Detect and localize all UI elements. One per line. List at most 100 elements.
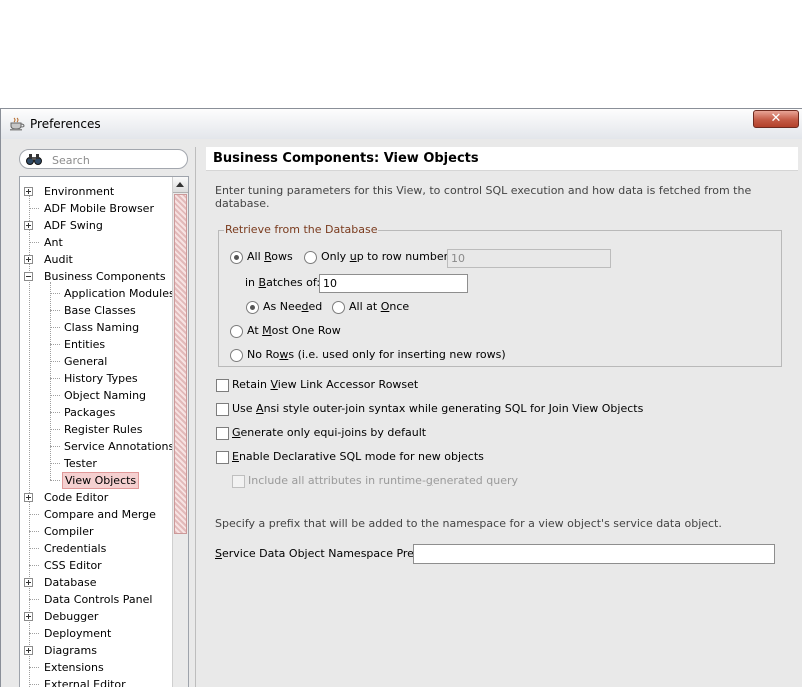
equi-joins-label[interactable]: Generate only equi-joins by default xyxy=(232,426,426,439)
declarative-sql-label[interactable]: Enable Declarative SQL mode for new obje… xyxy=(232,450,484,463)
tree-connector xyxy=(50,412,60,413)
close-icon: ✕ xyxy=(770,111,782,126)
batches-label: in Batches of: xyxy=(245,276,321,289)
search-input[interactable] xyxy=(50,152,184,168)
tree-connector xyxy=(29,599,39,600)
collapse-icon[interactable] xyxy=(24,272,33,281)
page-title: Business Components: View Objects xyxy=(206,147,798,171)
tree-item-label: Extensions xyxy=(44,661,104,674)
expand-icon[interactable] xyxy=(24,255,33,264)
ansi-join-label[interactable]: Use Ansi style outer-join syntax while g… xyxy=(232,402,643,415)
tree-connector xyxy=(50,429,60,430)
search-box[interactable] xyxy=(19,149,188,169)
expand-icon[interactable] xyxy=(24,493,33,502)
tree-connector xyxy=(29,531,39,532)
declarative-sql-checkbox[interactable] xyxy=(216,451,229,464)
all-at-once-radio[interactable] xyxy=(332,301,345,314)
equi-joins-checkbox[interactable] xyxy=(216,427,229,440)
tree-guide-line xyxy=(50,282,51,480)
tree-item-label: Environment xyxy=(44,185,115,198)
tree-connector xyxy=(50,395,60,396)
tree-item-label: General xyxy=(64,355,108,368)
no-rows-label[interactable]: No Rows (i.e. used only for inserting ne… xyxy=(247,348,506,361)
as-needed-radio[interactable] xyxy=(246,301,259,314)
retain-view-link-label[interactable]: Retain View Link Accessor Rowset xyxy=(232,378,418,391)
tree-connector xyxy=(29,684,39,685)
tree-item-label: Data Controls Panel xyxy=(44,593,153,606)
title-bar[interactable]: Preferences ✕ xyxy=(1,109,802,139)
tree-connector xyxy=(29,242,39,243)
tree-item-label: Diagrams xyxy=(44,644,97,657)
tree-connector xyxy=(29,633,39,634)
tree-connector xyxy=(29,548,39,549)
expand-icon[interactable] xyxy=(24,646,33,655)
at-most-one-row-radio[interactable] xyxy=(230,325,243,338)
tree-scrollbar[interactable] xyxy=(172,177,188,687)
tree-item-label: Debugger xyxy=(44,610,99,623)
tree-connector xyxy=(50,463,60,464)
expand-icon[interactable] xyxy=(24,612,33,621)
tree-item-label: Packages xyxy=(64,406,116,419)
tree-connector xyxy=(50,327,60,328)
tree-item-label: Code Editor xyxy=(44,491,109,504)
tree-item-label: ADF Swing xyxy=(44,219,103,232)
tree-item-label: Ant xyxy=(44,236,63,249)
page-description: Enter tuning parameters for this View, t… xyxy=(215,184,752,210)
row-number-field[interactable] xyxy=(447,249,611,268)
prefix-description: Specify a prefix that will be added to t… xyxy=(215,517,722,530)
tree-item-label: Register Rules xyxy=(64,423,143,436)
tree-connector xyxy=(29,667,39,668)
tree-item-label: Database xyxy=(44,576,97,589)
all-at-once-label[interactable]: All at Once xyxy=(349,300,409,313)
splitter[interactable] xyxy=(195,147,196,687)
namespace-prefix-field[interactable] xyxy=(413,544,775,564)
tree-connector xyxy=(29,208,39,209)
tree-item-label: View Objects xyxy=(62,472,140,489)
include-all-attributes-checkbox[interactable] xyxy=(232,475,245,488)
retrieve-group-legend: Retrieve from the Database xyxy=(224,223,379,236)
tree-connector xyxy=(50,344,60,345)
tree-item-label: History Types xyxy=(64,372,138,385)
preferences-tree: External Editor Extensions Diagrams Deploym… xyxy=(19,176,189,687)
tree-item-label: Deployment xyxy=(44,627,112,640)
at-most-one-row-label[interactable]: At Most One Row xyxy=(247,324,341,337)
binoculars-icon xyxy=(26,154,42,165)
tree-connector xyxy=(50,310,60,311)
as-needed-label[interactable]: As Needed xyxy=(263,300,322,313)
batches-field[interactable] xyxy=(319,274,468,293)
tree-item-label: Audit xyxy=(44,253,73,266)
tree-item-label: Credentials xyxy=(44,542,107,555)
tree-item-label: Business Components xyxy=(44,270,166,283)
no-rows-radio[interactable] xyxy=(230,349,243,362)
tree-item-label: Tester xyxy=(64,457,97,470)
tree-connector xyxy=(50,480,60,481)
scroll-up-button[interactable] xyxy=(173,177,188,193)
include-all-attributes-label: Include all attributes in runtime-genera… xyxy=(248,474,518,487)
scroll-thumb[interactable] xyxy=(174,194,187,534)
tree-connector xyxy=(29,514,39,515)
tree-item-label: ADF Mobile Browser xyxy=(44,202,154,215)
window-title: Preferences xyxy=(30,117,101,131)
tree-connector xyxy=(50,378,60,379)
tree-item-label: CSS Editor xyxy=(44,559,102,572)
tree-connector xyxy=(50,293,60,294)
only-up-to-radio[interactable] xyxy=(304,251,317,264)
expand-icon[interactable] xyxy=(24,221,33,230)
tree-connector xyxy=(50,446,60,447)
close-button[interactable]: ✕ xyxy=(753,110,799,128)
tree-item-label: Compiler xyxy=(44,525,94,538)
coffee-cup-icon xyxy=(10,117,25,131)
expand-icon[interactable] xyxy=(24,187,33,196)
expand-icon[interactable] xyxy=(24,578,33,587)
retain-view-link-checkbox[interactable] xyxy=(216,379,229,392)
ansi-join-checkbox[interactable] xyxy=(216,403,229,416)
all-rows-label[interactable]: All Rows xyxy=(247,250,293,263)
tree-item-label: External Editor xyxy=(44,678,126,687)
all-rows-radio[interactable] xyxy=(230,251,243,264)
only-up-to-label[interactable]: Only up to row number xyxy=(321,250,448,263)
tree-connector xyxy=(29,565,39,566)
tree-item-label: Application Modules xyxy=(64,287,175,300)
prefix-label: Service Data Object Namespace Prefix: xyxy=(215,547,432,560)
tree-item-label: Service Annotations xyxy=(64,440,175,453)
tree-item-label: Class Naming xyxy=(64,321,140,334)
